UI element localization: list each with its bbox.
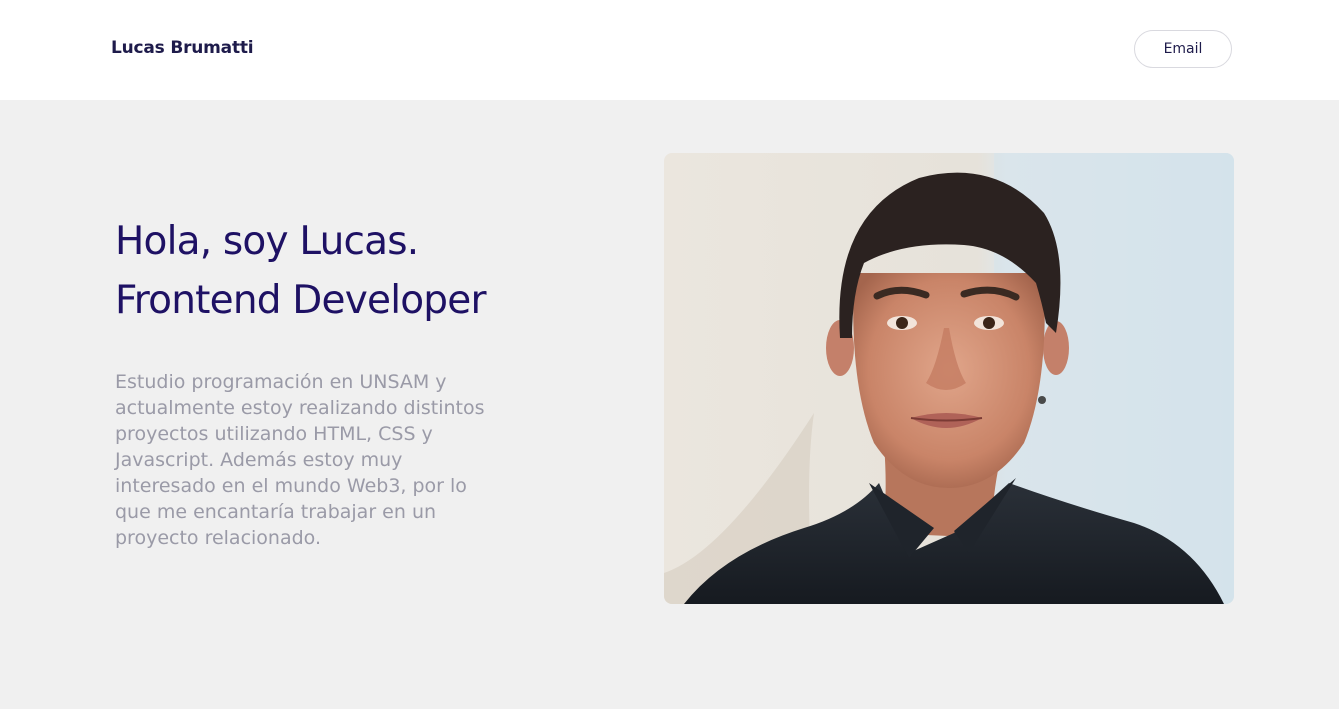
email-button[interactable]: Email [1134,30,1232,68]
hero-title-line-2: Frontend Developer [115,278,486,323]
brand-name[interactable]: Lucas Brumatti [111,38,254,58]
hero-title: Hola, soy Lucas. Frontend Developer [115,212,486,330]
profile-photo-illustration [664,153,1234,604]
site-header: Lucas Brumatti Email [0,0,1339,100]
hero-description: Estudio programación en UNSAM y actualme… [115,371,485,549]
hero-title-line-1: Hola, soy Lucas. [115,219,419,264]
profile-photo [664,153,1234,604]
